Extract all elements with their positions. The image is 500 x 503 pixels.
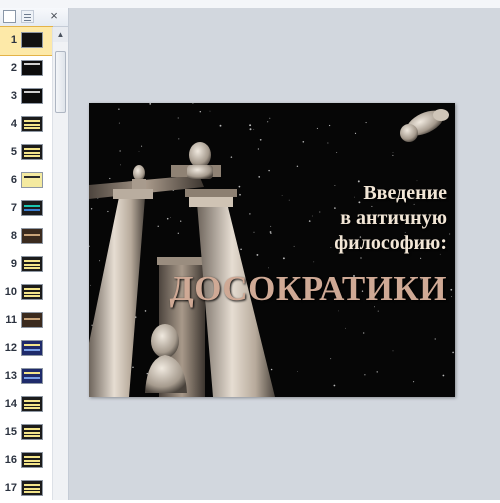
slide-number: 10 [4,286,17,298]
slide-thumbnail-row[interactable]: 12 [0,335,52,363]
scroll-up-icon[interactable]: ▲ [53,27,68,42]
slide-thumbnail-image[interactable] [21,116,43,132]
slide-thumbnail-row[interactable]: 2 [0,55,52,83]
slide-thumbnail-image[interactable] [21,312,43,328]
outline-tab-icon[interactable] [21,10,34,23]
slide-thumbnail-row[interactable]: 16 [0,447,52,475]
slide-number: 17 [4,482,17,494]
slide-thumbnail-row[interactable]: 15 [0,419,52,447]
slide-number: 14 [4,398,17,410]
slide-title: Введение в античную философию: [277,181,447,256]
slide-number: 4 [10,118,17,130]
slide-thumbnail-image[interactable] [21,256,43,272]
slide-thumbnail-row[interactable]: 17 [0,475,52,503]
left-small-bust-image [132,165,146,189]
slide-number: 8 [10,230,17,242]
slide-thumbnail-row[interactable]: 6 [0,167,52,195]
slide-thumbnail-image[interactable] [21,200,43,216]
slide-thumbnail-image[interactable] [21,144,43,160]
slide-thumbnail-image[interactable] [21,88,43,104]
title-line: в античную [340,207,447,229]
slide-thumbnail-image[interactable] [21,284,43,300]
panel-header: × [0,8,68,27]
slide-number: 7 [10,202,17,214]
scrollbar-thumb[interactable] [55,51,66,113]
slide-number: 2 [10,62,17,74]
slide-thumbnail-row[interactable]: 4 [0,111,52,139]
slide-thumbnail-panel: × 1 2 3 4 5 6 7 8 9 10 11 12 13 14 15 16 17 ▲ [0,8,69,500]
close-panel-icon[interactable]: × [47,8,61,24]
slide-thumbnail-row[interactable]: 13 [0,363,52,391]
slide-thumbnail-row[interactable]: 10 [0,279,52,307]
slide-thumbnail-row[interactable]: 9 [0,251,52,279]
slide-thumbnail-row[interactable]: 3 [0,83,52,111]
slide-number: 12 [4,342,17,354]
slide-thumbnail-row[interactable]: 8 [0,223,52,251]
slide-thumbnail-image[interactable] [21,480,43,496]
slide-subtitle: ДОСОКРАТИКИ [169,269,447,308]
slide-thumbnail-image[interactable] [21,32,43,48]
slide-thumbnail-image[interactable] [21,396,43,412]
title-line: философию: [334,232,447,254]
slide-thumbnail-image[interactable] [21,452,43,468]
slide-number: 1 [10,34,17,46]
slide-thumbnail-row[interactable]: 1 [0,26,53,56]
title-line: Введение [363,182,447,204]
slide-thumbnail-row[interactable]: 14 [0,391,52,419]
slide-number: 6 [10,174,17,186]
slide-thumbnail-row[interactable]: 5 [0,139,52,167]
slide-number: 13 [4,370,17,382]
slide-thumbnail-row[interactable]: 7 [0,195,52,223]
slide-number: 11 [5,314,17,326]
slide-number: 3 [10,90,17,102]
slide-number: 9 [10,258,17,270]
slide-thumbnail-row[interactable]: 11 [0,307,52,335]
slide-thumbnail-image[interactable] [21,172,43,188]
slide-thumbnail-list: 1 2 3 4 5 6 7 8 9 10 11 12 13 14 15 16 17 [0,26,53,503]
vertical-scrollbar[interactable]: ▲ [52,27,68,500]
slides-tab-icon[interactable] [3,10,16,23]
slide-thumbnail-image[interactable] [21,368,43,384]
slide-thumbnail-image[interactable] [21,340,43,356]
slide-thumbnail-image[interactable] [21,60,43,76]
slide-thumbnail-image[interactable] [21,228,43,244]
slide-editing-area: Введение в античную философию: ДОСОКРАТИ… [69,8,500,500]
slide-thumbnail-image[interactable] [21,424,43,440]
slide-number: 16 [4,454,17,466]
slide-number: 15 [4,426,17,438]
current-slide[interactable]: Введение в античную философию: ДОСОКРАТИ… [89,103,455,397]
slide-number: 5 [10,146,17,158]
